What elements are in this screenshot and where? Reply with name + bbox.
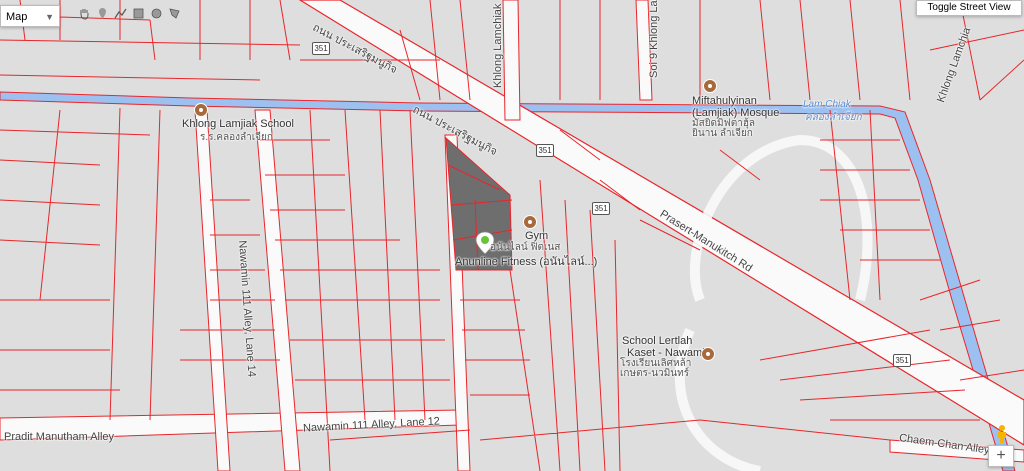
poi-khlong-lamjiak-school-thai: ร.ร.คลองลำเจียก	[200, 132, 273, 143]
poi-school-lertlah-thai: โรงเรียนเลิศหล้า เกษตร-นวมินทร์	[620, 358, 692, 379]
poi-mosque-thai: มัสยิดมิฟตาฮุ้ล ยินาน ลำเจียก	[692, 118, 756, 139]
polyline-icon[interactable]	[113, 6, 128, 21]
hand-icon[interactable]	[77, 6, 92, 21]
poi-mosque-line1[interactable]: Miftahulyinan	[692, 95, 757, 107]
water-label-lam-chiak: Lam Chiak	[803, 99, 851, 110]
zoom-in-button[interactable]: +	[988, 445, 1014, 467]
road-label-soi-9: Soi 9 Khlong Lam	[648, 0, 660, 78]
map-type-label: Map	[6, 11, 28, 23]
water-label-lam-chiak-thai: คลองลำเจียก	[805, 112, 862, 123]
gym-icon[interactable]	[523, 215, 537, 229]
map-type-select[interactable]: Map ▼	[0, 5, 60, 27]
pegman-icon[interactable]	[994, 424, 1010, 444]
map-canvas[interactable]	[0, 0, 1024, 471]
route-shield: 351	[592, 202, 610, 215]
marker-icon[interactable]	[95, 6, 110, 21]
route-shield: 351	[893, 354, 911, 367]
circle-icon[interactable]	[149, 6, 164, 21]
rectangle-icon[interactable]	[131, 6, 146, 21]
road-label-pradit-manutham: Pradit Manutham Alley	[4, 431, 115, 443]
poi-khlong-lamjiak-school[interactable]: Khlong Lamjiak School	[182, 118, 294, 130]
poi-anunline-fitness[interactable]: Anunline Fitness (อนันไลน์...)	[455, 252, 597, 270]
drawing-toolbar	[74, 4, 186, 22]
route-shield: 351	[536, 144, 554, 157]
mosque-icon[interactable]	[703, 79, 717, 93]
toggle-street-view-button[interactable]: Toggle Street View	[916, 0, 1022, 16]
poi-school-lertlah-line1[interactable]: School Lertlah	[622, 335, 692, 347]
chevron-down-icon: ▼	[45, 12, 54, 22]
polygon-icon[interactable]	[167, 6, 182, 21]
school-icon[interactable]	[194, 103, 208, 117]
road-label-khlong-lamchiak: Khlong Lamchiak	[492, 3, 504, 88]
route-shield: 351	[312, 42, 330, 55]
